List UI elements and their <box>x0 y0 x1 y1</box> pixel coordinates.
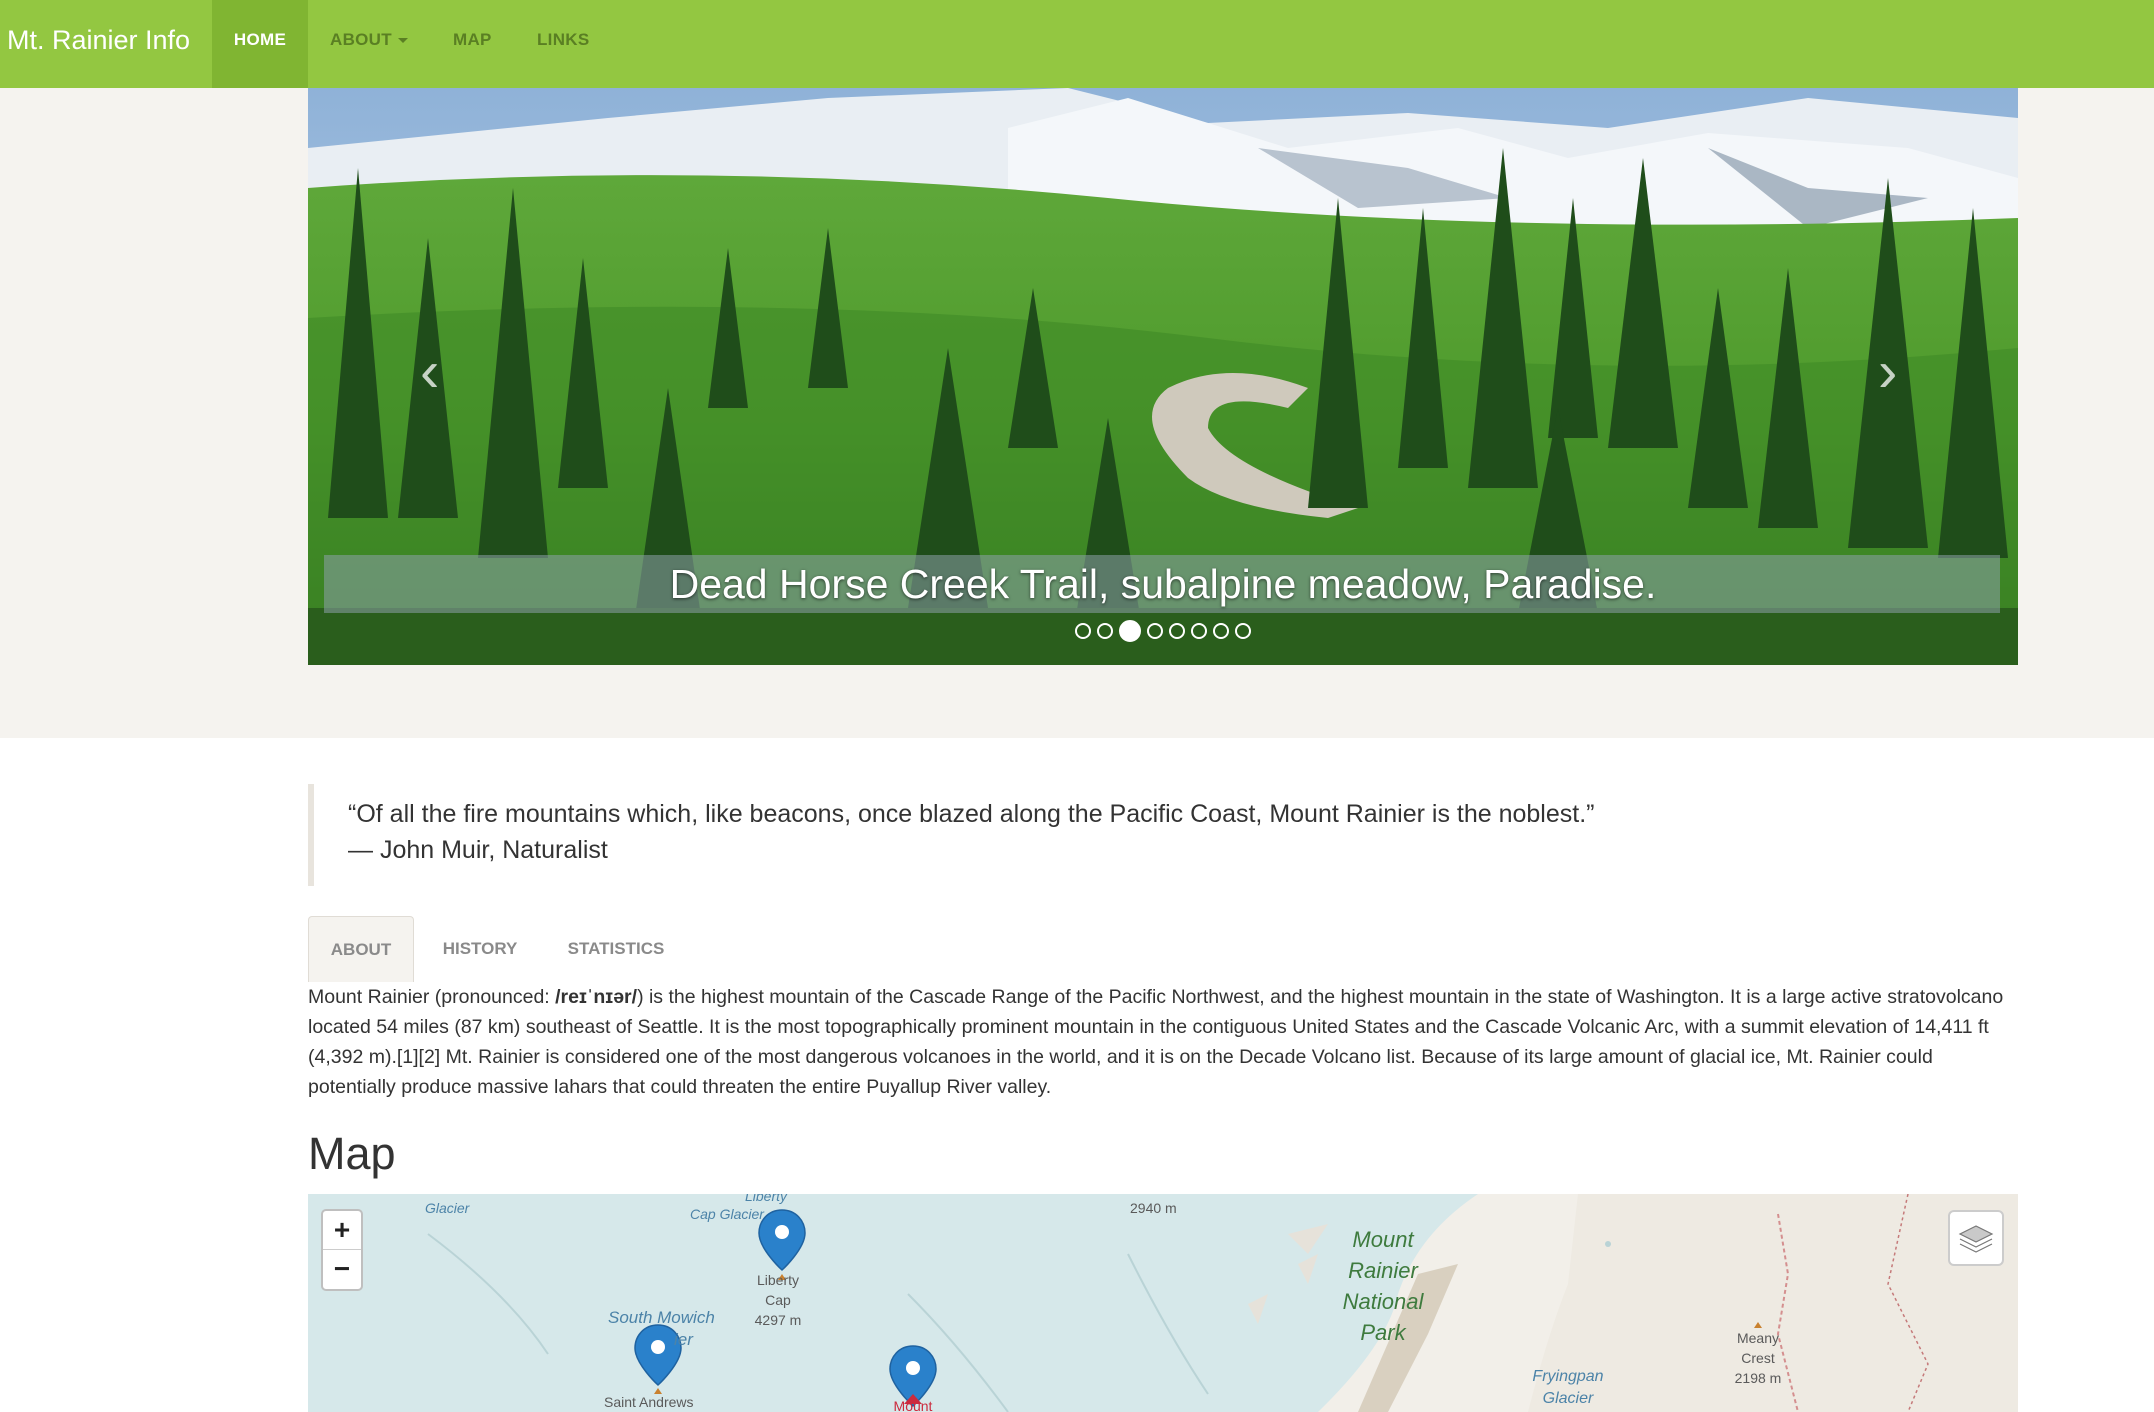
map-label-park-1: Mount <box>1352 1227 1414 1252</box>
tab-history[interactable]: HISTORY <box>430 916 530 982</box>
caret-down-icon <box>397 38 408 44</box>
nav-home[interactable]: HOME <box>212 0 308 88</box>
carousel-indicator[interactable] <box>1119 620 1141 642</box>
carousel-prev-icon[interactable]: ‹ <box>420 343 439 401</box>
carousel-caption: Dead Horse Creek Trail, subalpine meadow… <box>669 561 1657 607</box>
nav-about-label: ABOUT <box>330 30 392 49</box>
carousel-indicator[interactable] <box>1191 623 1207 639</box>
map-label-meany-1: Meany <box>1736 1330 1780 1346</box>
map-label-liberty-cap-1: Liberty <box>756 1272 800 1288</box>
map-label-park-4: Park <box>1360 1320 1406 1345</box>
navbar: Mt. Rainier Info HOME ABOUT MAP LINKS <box>0 0 2154 88</box>
map-label-liberty-cap-2: Cap <box>765 1292 791 1308</box>
pronunciation: /reɪˈnɪər/ <box>555 986 638 1008</box>
nav-about[interactable]: ABOUT <box>330 0 408 88</box>
info-tabs: ABOUT HISTORY STATISTICS <box>308 916 2018 982</box>
map-label-mount: Mount <box>893 1398 933 1412</box>
hero-section: ‹ › Dead Horse Creek Trail, subalpine me… <box>0 88 2154 738</box>
zoom-out-button[interactable]: − <box>323 1250 361 1288</box>
about-paragraph: Mount Rainier (pronounced: /reɪˈnɪər/) i… <box>308 982 2018 1102</box>
carousel-next-icon[interactable]: › <box>1878 343 1897 401</box>
zoom-in-button[interactable]: + <box>323 1211 361 1250</box>
map-view[interactable]: Glacier Liberty Cap Glacier 2940 m Liber… <box>308 1194 2018 1412</box>
tab-about[interactable]: ABOUT <box>308 916 414 982</box>
map-label-meany-3: 2198 m <box>1734 1370 1782 1386</box>
map-label-liberty-glacier-2: Cap Glacier <box>690 1206 764 1222</box>
zoom-control: + − <box>321 1209 363 1291</box>
map-label-elev-2940: 2940 m <box>1130 1200 1177 1216</box>
map-label-meany-2: Crest <box>1741 1350 1775 1366</box>
carousel-indicator[interactable] <box>1213 623 1229 639</box>
carousel-indicators <box>308 620 2018 642</box>
layers-icon <box>1958 1225 1994 1253</box>
carousel-indicator[interactable] <box>1235 623 1251 639</box>
carousel-indicator[interactable] <box>1075 623 1091 639</box>
map-label-fryingpan-2: Glacier <box>1542 1390 1594 1407</box>
map-heading: Map <box>308 1128 396 1179</box>
map-label-liberty-glacier-1: Liberty <box>744 1194 788 1204</box>
image-carousel[interactable]: ‹ › Dead Horse Creek Trail, subalpine me… <box>308 88 2018 665</box>
nav-links[interactable]: LINKS <box>537 0 590 88</box>
blockquote: “Of all the fire mountains which, like b… <box>308 784 2014 886</box>
about-text-start: Mount Rainier (pronounced: <box>308 986 556 1008</box>
map-label-glacier: Glacier <box>425 1200 470 1216</box>
nav-map[interactable]: MAP <box>453 0 492 88</box>
carousel-indicator[interactable] <box>1169 623 1185 639</box>
carousel-indicator[interactable] <box>1097 623 1113 639</box>
map-label-liberty-cap-3: 4297 m <box>754 1312 802 1328</box>
layers-button[interactable] <box>1948 1210 2004 1266</box>
quote-text: “Of all the fire mountains which, like b… <box>348 800 1595 828</box>
map-label-south-mowich-1: South Mowich <box>608 1308 715 1327</box>
map-label-fryingpan-1: Fryingpan <box>1532 1368 1604 1385</box>
map-label-park-3: National <box>1342 1289 1424 1314</box>
carousel-indicator[interactable] <box>1147 623 1163 639</box>
quote-attribution: — John Muir, Naturalist <box>348 836 608 864</box>
map-label-saint-andrews: Saint Andrews <box>604 1394 694 1410</box>
tab-statistics[interactable]: STATISTICS <box>554 916 678 982</box>
map-label-south-mowich-2: ier <box>674 1330 693 1349</box>
brand-link[interactable]: Mt. Rainier Info <box>7 0 190 88</box>
map-label-park-2: Rainier <box>1348 1258 1418 1283</box>
